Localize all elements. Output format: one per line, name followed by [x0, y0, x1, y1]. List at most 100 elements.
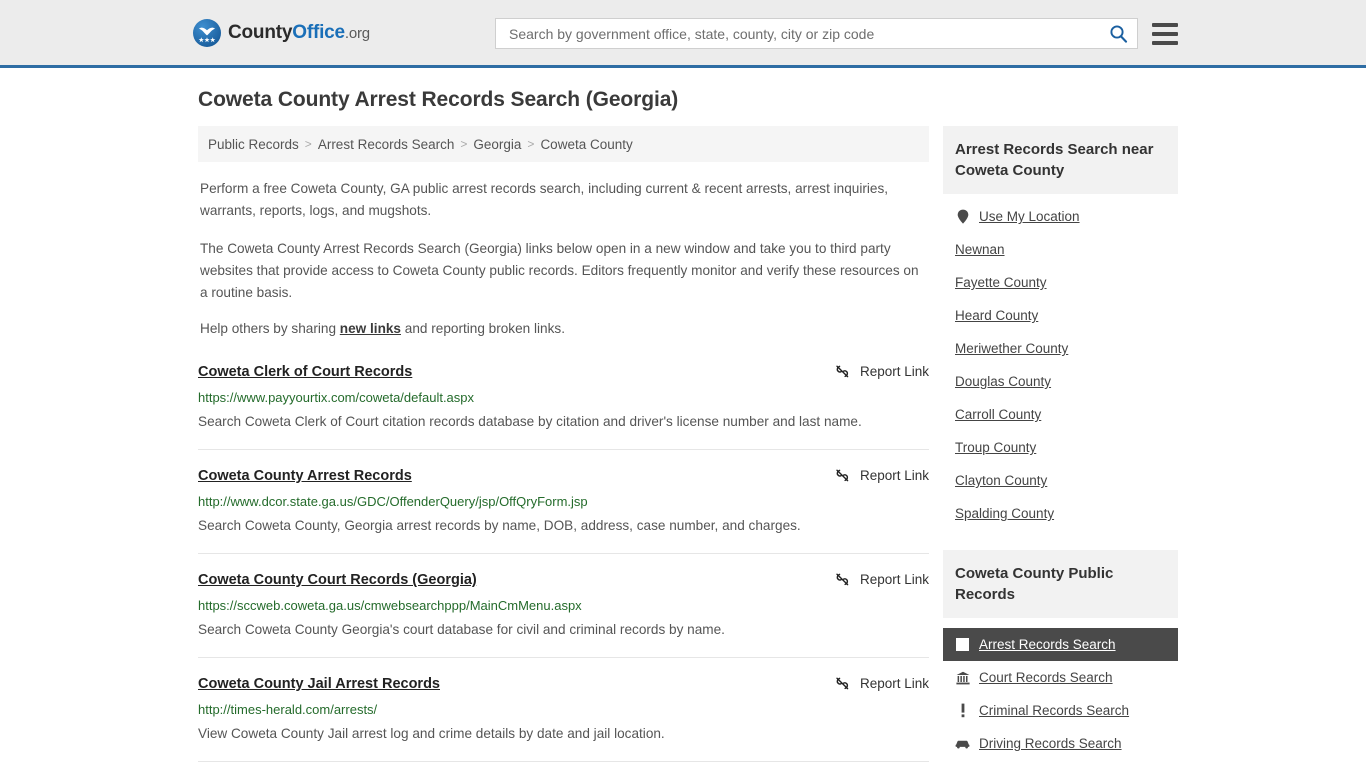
sidebar-record-item-label[interactable]: Arrest Records Search — [979, 637, 1116, 652]
result-title-link[interactable]: Coweta County Jail Arrest Records — [198, 674, 440, 694]
sidebar-nearby-item-label[interactable]: Heard County — [955, 308, 1038, 323]
report-link-label: Report Link — [859, 364, 929, 379]
sidebar-nearby-item[interactable]: Fayette County — [943, 266, 1178, 299]
search-button[interactable] — [1107, 23, 1129, 45]
sidebar-record-item-label[interactable]: Court Records Search — [979, 670, 1113, 685]
breadcrumb-separator: > — [460, 137, 468, 151]
sidebar-nearby-item[interactable]: Newnan — [943, 233, 1178, 266]
result-item: Coweta County Arrest Records Report Link h… — [198, 466, 929, 554]
hamburger-bar-1 — [1152, 22, 1178, 27]
search-icon — [1109, 25, 1127, 43]
hamburger-bar-2 — [1152, 31, 1178, 36]
main-column: Public Records > Arrest Records Search >… — [198, 126, 929, 768]
eagle-shield-logo-icon — [193, 19, 221, 47]
result-description: Search Coweta Clerk of Court citation re… — [198, 414, 862, 429]
intro-p3-post: and reporting broken links. — [401, 321, 565, 336]
intro-paragraph-1: Perform a free Coweta County, GA public … — [200, 181, 889, 218]
sidebar-record-item-label[interactable]: Driving Records Search — [979, 736, 1122, 751]
sidebar-nearby-item-label[interactable]: Douglas County — [955, 374, 1051, 389]
logo-county-text: County — [228, 22, 293, 43]
report-link-label: Report Link — [859, 676, 929, 691]
result-item: Coweta Clerk of Court Records Report Link… — [198, 362, 929, 450]
sidebar-nearby-item[interactable]: Troup County — [943, 431, 1178, 464]
broken-link-icon — [836, 469, 849, 482]
sidebar-nearby-item[interactable]: Heard County — [943, 299, 1178, 332]
sidebar-record-item[interactable]: Arrest Records Search — [943, 628, 1178, 661]
sidebar-nearby-item-label[interactable]: Fayette County — [955, 275, 1047, 290]
search-box[interactable] — [495, 18, 1138, 49]
report-link-label: Report Link — [859, 572, 929, 587]
content-container: Coweta County Arrest Records Search (Geo… — [188, 68, 1178, 768]
result-url: https://sccweb.coweta.ga.us/cmwebsearchp… — [198, 598, 582, 613]
result-title-link[interactable]: Coweta Clerk of Court Records — [198, 362, 412, 382]
sidebar-public-records-card: Coweta County Public Records Arrest Reco… — [943, 550, 1178, 760]
sidebar-nearby-item-label[interactable]: Carroll County — [955, 407, 1041, 422]
header-search-area — [495, 18, 1178, 49]
site-logo[interactable]: CountyOffice.org — [193, 19, 370, 47]
breadcrumb: Public Records > Arrest Records Search >… — [198, 126, 929, 162]
report-link-button[interactable]: Report Link — [834, 363, 929, 380]
result-item: Coweta County Court Records (Georgia) Rep… — [198, 570, 929, 658]
sidebar-nearby-item[interactable]: Douglas County — [943, 365, 1178, 398]
result-url: https://www.payyourtix.com/coweta/defaul… — [198, 390, 475, 405]
sidebar-nearby-item-label[interactable]: Troup County — [955, 440, 1036, 455]
results-list: Coweta Clerk of Court Records Report Link… — [198, 362, 929, 768]
report-link-button[interactable]: Report Link — [834, 467, 929, 484]
sidebar-nearby-item[interactable]: Use My Location — [943, 200, 1178, 233]
sidebar-nearby-item[interactable]: Carroll County — [943, 398, 1178, 431]
report-link-button[interactable]: Report Link — [834, 571, 929, 588]
exclamation-glyph — [961, 703, 964, 718]
sidebar-record-item-label[interactable]: Criminal Records Search — [979, 703, 1129, 718]
sidebar-nearby-item[interactable]: Clayton County — [943, 464, 1178, 497]
intro-paragraph-2: The Coweta County Arrest Records Search … — [200, 241, 919, 300]
sidebar-public-records-list: Arrest Records Search Court Records Searc… — [943, 618, 1178, 760]
result-description: Search Coweta County, Georgia arrest rec… — [198, 518, 801, 533]
intro-paragraph-3: Help others by sharing new links and rep… — [200, 318, 927, 340]
result-title-link[interactable]: Coweta County Arrest Records — [198, 466, 412, 486]
sidebar-nearby-item-label[interactable]: Meriwether County — [955, 341, 1068, 356]
sidebar-record-item[interactable]: Driving Records Search — [943, 727, 1178, 760]
sidebar-nearby-list: Use My Location Newnan Fayette County Heard… — [943, 194, 1178, 530]
result-item: Coweta County Jail Arrest Records Report … — [198, 674, 929, 762]
breadcrumb-separator: > — [304, 137, 312, 151]
car-icon — [955, 736, 970, 751]
report-link-button[interactable]: Report Link — [834, 675, 929, 692]
handcuffs-icon — [955, 637, 970, 652]
breadcrumb-separator: > — [527, 137, 535, 151]
sidebar-record-item[interactable]: Criminal Records Search — [943, 694, 1178, 727]
logo-org-text: .org — [344, 25, 370, 42]
map-pin-icon — [955, 209, 970, 224]
result-description: View Coweta County Jail arrest log and c… — [198, 726, 665, 741]
result-url: http://times-herald.com/arrests/ — [198, 702, 378, 717]
breadcrumb-item-current: Coweta County — [540, 136, 633, 152]
page-title: Coweta County Arrest Records Search (Geo… — [198, 88, 679, 111]
content-columns: Public Records > Arrest Records Search >… — [188, 126, 1178, 768]
broken-link-icon — [836, 573, 849, 586]
breadcrumb-item-0[interactable]: Public Records — [208, 137, 299, 152]
hamburger-menu-icon[interactable] — [1152, 22, 1178, 45]
logo-office-text: Office — [292, 22, 345, 43]
broken-link-icon — [836, 677, 849, 690]
sidebar-nearby-item-label[interactable]: Newnan — [955, 242, 1005, 257]
result-url: http://www.dcor.state.ga.us/GDC/Offender… — [198, 494, 588, 509]
map-pin-icon — [957, 209, 968, 224]
result-title-link[interactable]: Coweta County Court Records (Georgia) — [198, 570, 477, 590]
sidebar-nearby-item-label[interactable]: Use My Location — [979, 209, 1080, 224]
breadcrumb-item-2[interactable]: Georgia — [473, 137, 521, 152]
sidebar-nearby-item-label[interactable]: Clayton County — [955, 473, 1047, 488]
new-links-link[interactable]: new links — [340, 321, 401, 336]
result-header: Coweta County Arrest Records Report Link — [198, 466, 929, 486]
search-input[interactable] — [507, 19, 1107, 48]
sidebar-nearby-item-label[interactable]: Spalding County — [955, 506, 1054, 521]
sidebar-nearby-item[interactable]: Spalding County — [943, 497, 1178, 530]
intro-section: Perform a free Coweta County, GA public … — [198, 178, 929, 340]
breadcrumb-item-1[interactable]: Arrest Records Search — [318, 137, 455, 152]
site-logo-text: CountyOffice.org — [228, 22, 370, 44]
sidebar-record-item[interactable]: Court Records Search — [943, 661, 1178, 694]
result-header: Coweta County Court Records (Georgia) Rep… — [198, 570, 929, 590]
site-header: CountyOffice.org — [0, 0, 1366, 68]
courthouse-glyph — [955, 671, 970, 684]
result-description: Search Coweta County Georgia's court dat… — [198, 622, 725, 637]
sidebar-public-records-heading: Coweta County Public Records — [943, 550, 1178, 618]
sidebar-nearby-item[interactable]: Meriwether County — [943, 332, 1178, 365]
